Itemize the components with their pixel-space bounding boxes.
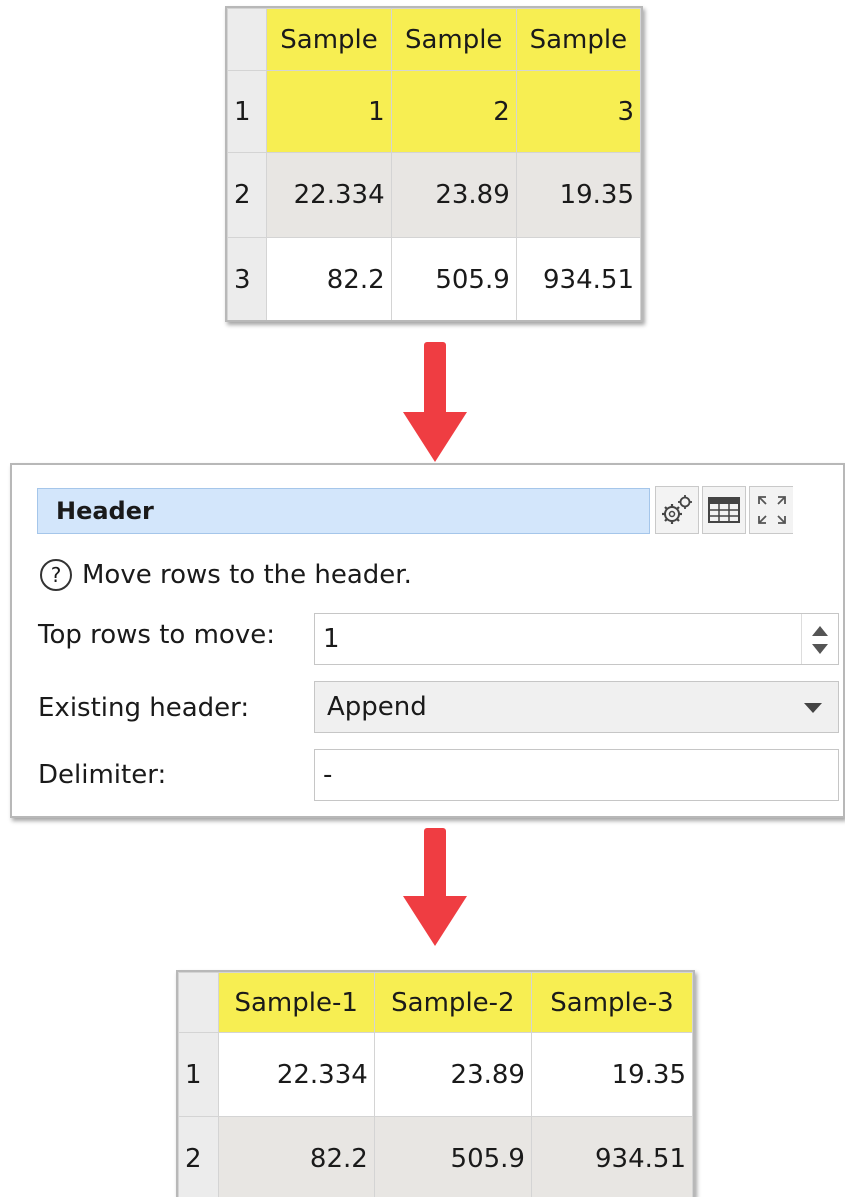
table-cell[interactable]: 19.35	[515, 152, 641, 238]
help-row: ? Move rows to the header.	[40, 555, 412, 595]
column-header[interactable]: Sample	[266, 8, 392, 71]
table-row: 2 82.2 505.9 934.51	[178, 1116, 693, 1197]
row-number: 1	[227, 70, 268, 153]
column-header[interactable]: Sample	[390, 8, 517, 71]
row-number: 2	[178, 1116, 219, 1197]
table-cell[interactable]: 934.51	[530, 1116, 693, 1197]
row-number: 3	[227, 237, 268, 320]
output-table-snippet: Sample-1 Sample-2 Sample-3 1 22.334 23.8…	[176, 970, 695, 1197]
table-cell[interactable]: 505.9	[373, 1116, 532, 1197]
down-arrow-icon	[403, 828, 467, 946]
output-table: Sample-1 Sample-2 Sample-3 1 22.334 23.8…	[178, 972, 693, 1197]
top-rows-label: Top rows to move:	[38, 620, 275, 650]
header-transform-panel: Header ? Move rows to the header. Top ro…	[10, 463, 845, 818]
row-number: 1	[178, 1032, 219, 1117]
panel-title: Header	[37, 488, 650, 534]
table-cell[interactable]: 22.334	[266, 152, 392, 238]
help-text: Move rows to the header.	[82, 560, 412, 590]
corner-cell	[227, 8, 268, 71]
existing-header-value: Append	[327, 692, 427, 722]
table-row: 3 82.2 505.9 934.51	[227, 237, 641, 320]
down-arrow-icon	[403, 342, 467, 464]
table-cell[interactable]: 23.89	[373, 1032, 532, 1117]
table-row: 1 22.334 23.89 19.35	[178, 1032, 693, 1117]
row-number: 2	[227, 152, 268, 238]
top-rows-stepper[interactable]: 1	[314, 613, 839, 665]
chevron-down-icon	[804, 703, 822, 713]
table-cell[interactable]: 934.51	[515, 237, 641, 320]
input-table: Sample Sample Sample 1 1 2 3 2 22.334 23…	[227, 8, 641, 320]
table-cell[interactable]: 3	[515, 70, 641, 153]
existing-header-select[interactable]: Append	[314, 681, 839, 733]
table-row: 1 1 2 3	[227, 70, 641, 153]
input-table-snippet: Sample Sample Sample 1 1 2 3 2 22.334 23…	[225, 6, 643, 322]
expand-icon[interactable]	[749, 486, 793, 534]
table-cell[interactable]: 23.89	[390, 152, 517, 238]
corner-cell	[178, 972, 219, 1033]
column-header[interactable]: Sample-2	[373, 972, 532, 1033]
table-cell[interactable]: 82.2	[266, 237, 392, 320]
table-row: 2 22.334 23.89 19.35	[227, 152, 641, 238]
column-header[interactable]: Sample-1	[217, 972, 375, 1033]
existing-header-label: Existing header:	[38, 693, 250, 723]
table-icon[interactable]	[702, 486, 746, 534]
question-circle-icon[interactable]: ?	[40, 559, 72, 591]
top-rows-value: 1	[323, 624, 340, 654]
spin-down-icon[interactable]	[812, 644, 828, 654]
table-cell[interactable]: 19.35	[530, 1032, 693, 1117]
column-header[interactable]: Sample	[515, 8, 641, 71]
delimiter-value: -	[323, 760, 333, 790]
spinner-buttons[interactable]	[801, 614, 838, 664]
gears-icon[interactable]	[655, 486, 699, 534]
delimiter-label: Delimiter:	[38, 760, 167, 790]
column-header[interactable]: Sample-3	[530, 972, 693, 1033]
table-cell[interactable]: 2	[390, 70, 517, 153]
spin-up-icon[interactable]	[812, 626, 828, 636]
delimiter-field[interactable]: -	[314, 749, 839, 801]
table-cell[interactable]: 22.334	[217, 1032, 375, 1117]
table-cell[interactable]: 82.2	[217, 1116, 375, 1197]
table-cell[interactable]: 1	[266, 70, 392, 153]
table-cell[interactable]: 505.9	[390, 237, 517, 320]
